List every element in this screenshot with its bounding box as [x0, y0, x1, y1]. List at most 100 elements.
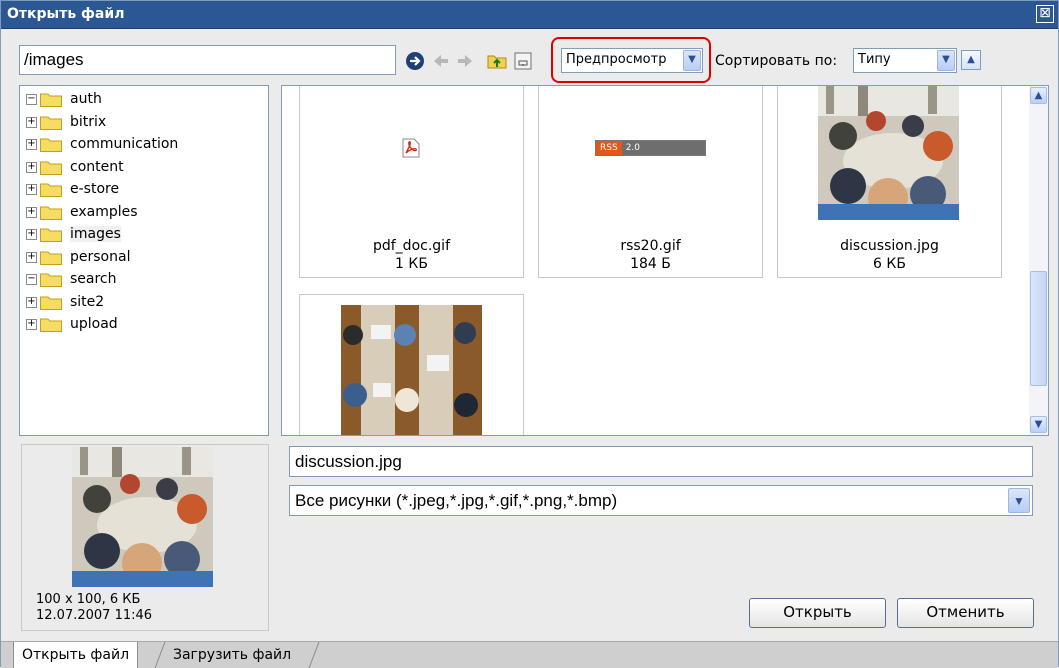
expander-icon[interactable]: +	[26, 161, 37, 173]
tree-item-label: bitrix	[70, 114, 107, 130]
tree-item-search[interactable]: − search	[26, 269, 117, 289]
tab-bar: Открыть файл Загрузить файл	[1, 641, 1058, 668]
tree-item-label: personal	[70, 249, 131, 265]
forward-arrow-icon[interactable]	[455, 51, 475, 71]
preview-pane: 100 x 100, 6 КБ 12.07.2007 11:46	[21, 444, 269, 631]
preview-dimensions: 100 x 100, 6 КБ	[36, 592, 141, 607]
file-size: 184 Б	[630, 256, 671, 272]
expander-icon[interactable]: +	[26, 183, 37, 195]
chevron-down-icon[interactable]: ▼	[1008, 488, 1030, 513]
sort-asc-icon: ▲	[967, 54, 975, 65]
folder-icon	[40, 183, 62, 197]
tree-item-auth[interactable]: − auth	[26, 89, 102, 109]
open-file-dialog: Открыть файл ⊠ /images Предпросмотр ▼ Со…	[0, 0, 1059, 668]
rss-badge: RSS 2.0	[595, 140, 706, 156]
file-size: 1 КБ	[395, 256, 428, 272]
folder-icon	[40, 206, 62, 220]
tree-item-label: communication	[70, 136, 179, 152]
expander-icon[interactable]: +	[26, 116, 37, 128]
tree-item-e-store[interactable]: + e-store	[26, 179, 119, 199]
folder-up-icon[interactable]	[487, 51, 507, 71]
file-name: rss20.gif	[620, 238, 681, 254]
cancel-button[interactable]: Отменить	[897, 598, 1034, 628]
tree-item-label: upload	[70, 316, 118, 332]
expander-icon[interactable]: +	[26, 228, 37, 240]
close-icon[interactable]: ⊠	[1036, 5, 1054, 23]
file-name: discussion.jpg	[840, 238, 939, 254]
rss-badge-right: 2.0	[625, 143, 641, 153]
preview-thumbnail	[72, 447, 213, 587]
back-arrow-icon[interactable]	[431, 51, 451, 71]
file-size: 6 КБ	[873, 256, 906, 272]
expander-icon[interactable]: +	[26, 206, 37, 218]
tree-item-label: e-store	[70, 181, 120, 197]
new-folder-icon[interactable]	[513, 51, 533, 71]
pdf-icon	[402, 138, 420, 158]
tree-item-site2[interactable]: + site2	[26, 292, 104, 312]
sort-label: Сортировать по:	[715, 53, 838, 69]
tree-item-label: search	[70, 271, 117, 287]
preview-date: 12.07.2007 11:46	[36, 608, 153, 623]
tree-item-label: content	[70, 159, 124, 175]
sort-direction-button[interactable]: ▲	[961, 50, 981, 70]
folder-icon	[40, 116, 62, 130]
go-arrow-icon[interactable]	[405, 51, 425, 71]
tab-upload-file[interactable]: Загрузить файл	[165, 642, 299, 668]
folder-tree[interactable]: − auth + bitrix + communication + conten…	[19, 85, 269, 436]
scroll-thumb[interactable]	[1030, 271, 1047, 386]
filename-input[interactable]: discussion.jpg	[289, 446, 1033, 477]
tree-item-communication[interactable]: + communication	[26, 134, 178, 154]
tree-item-content[interactable]: + content	[26, 157, 124, 177]
expander-icon[interactable]: −	[26, 273, 37, 285]
tree-item-examples[interactable]: + examples	[26, 202, 138, 222]
tree-item-label: examples	[70, 204, 138, 220]
sort-value: Типу	[858, 52, 891, 67]
expander-icon[interactable]: +	[26, 318, 37, 330]
expander-icon[interactable]: +	[26, 296, 37, 308]
file-card-rss20[interactable]: RSS 2.0 rss20.gif 184 Б	[538, 86, 763, 278]
file-card-pdf-doc[interactable]: pdf_doc.gif 1 КБ	[299, 86, 524, 278]
tab-open-file[interactable]: Открыть файл	[13, 642, 139, 668]
file-name: pdf_doc.gif	[372, 238, 450, 254]
expander-icon[interactable]: +	[26, 251, 37, 263]
sort-select[interactable]: Типу ▼	[853, 48, 957, 73]
folder-icon	[40, 296, 62, 310]
expander-icon[interactable]: −	[26, 93, 37, 105]
file-grid[interactable]: pdf_doc.gif 1 КБ RSS 2.0 rss20.gif 184 Б	[281, 85, 1049, 436]
title-bar: Открыть файл ⊠	[1, 1, 1058, 29]
tree-item-label: images	[70, 226, 121, 242]
tree-item-upload[interactable]: + upload	[26, 314, 118, 334]
folder-icon	[40, 93, 62, 107]
tab-separator	[308, 642, 320, 668]
expander-icon[interactable]: +	[26, 138, 37, 150]
path-input[interactable]: /images	[19, 45, 396, 75]
file-type-select[interactable]: Все рисунки (*.jpeg,*.jpg,*.gif,*.png,*.…	[289, 485, 1033, 516]
folder-icon	[40, 161, 62, 175]
folder-icon	[40, 228, 62, 242]
tree-item-label: auth	[70, 91, 102, 107]
view-mode-select[interactable]: Предпросмотр ▼	[561, 48, 703, 73]
view-mode-value: Предпросмотр	[566, 52, 667, 67]
view-mode-highlight: Предпросмотр ▼	[551, 37, 711, 83]
tree-item-bitrix[interactable]: + bitrix	[26, 112, 106, 132]
preview-info: 100 x 100, 6 КБ 12.07.2007 11:46	[36, 592, 152, 624]
chevron-down-icon[interactable]: ▼	[937, 50, 955, 71]
dialog-title: Открыть файл	[7, 6, 125, 22]
folder-icon	[40, 251, 62, 265]
tree-item-personal[interactable]: + personal	[26, 247, 130, 267]
open-button[interactable]: Открыть	[749, 598, 886, 628]
scroll-up-icon[interactable]: ▲	[1030, 87, 1047, 104]
tree-item-label: site2	[70, 294, 105, 310]
meeting-photo	[341, 305, 482, 435]
folder-icon	[40, 318, 62, 332]
tree-item-images[interactable]: + images	[26, 224, 121, 244]
folder-icon	[40, 138, 62, 152]
file-card-meeting[interactable]	[299, 294, 524, 435]
file-type-value: Все рисунки (*.jpeg,*.jpg,*.gif,*.png,*.…	[295, 491, 618, 510]
vertical-scrollbar[interactable]: ▲ ▼	[1029, 86, 1048, 435]
rss-badge-left: RSS	[596, 141, 622, 155]
file-card-discussion[interactable]: discussion.jpg 6 КБ	[777, 86, 1002, 278]
chevron-down-icon[interactable]: ▼	[683, 50, 701, 71]
folder-icon	[40, 273, 62, 287]
scroll-down-icon[interactable]: ▼	[1030, 416, 1047, 433]
